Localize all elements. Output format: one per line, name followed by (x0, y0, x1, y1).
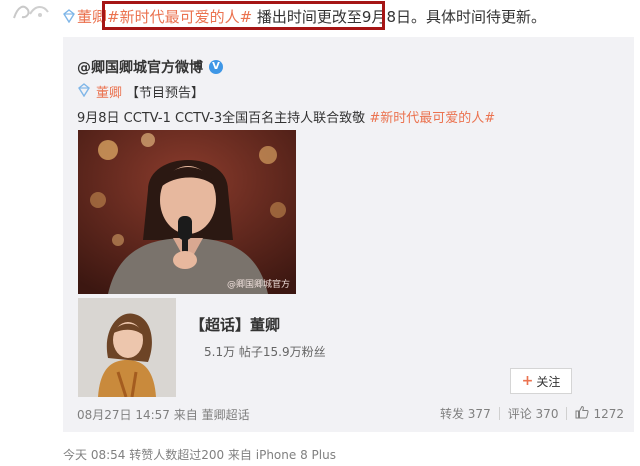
repost-label: 转发 (439, 407, 464, 421)
post-meta: 今天 08:54 转赞人数超过200 来自 iPhone 8 Plus (63, 448, 336, 462)
repost-actions: 转发 377 评论 370 1272 (440, 405, 624, 422)
comment-count: 370 (535, 407, 559, 421)
repost-time-source[interactable]: 08月27日 14:57 来自 董卿超话 (77, 406, 250, 423)
vip-icon (77, 82, 91, 101)
repost-photo[interactable]: @卿国卿城官方 (78, 130, 296, 294)
tag-label: 【节目预告】 (126, 86, 205, 101)
repost-count: 377 (467, 407, 491, 421)
image-watermark: @卿国卿城官方 (226, 280, 290, 290)
vip-icon (62, 7, 76, 29)
repost-author-name[interactable]: @卿国卿城官方微博 (77, 57, 203, 77)
divider (498, 407, 500, 420)
supertopic-card[interactable]: 【超话】董卿 5.1万 帖子15.9万粉丝 + 关注 (78, 298, 632, 397)
divider (566, 407, 568, 420)
repost-tagline: 董卿 【节目预告】 (77, 82, 204, 101)
thumbs-up-icon (575, 405, 590, 422)
description-hashtag[interactable]: #新时代最可爱的人# (369, 111, 495, 126)
user-avatar[interactable] (10, 0, 52, 22)
like-count: 1272 (593, 406, 624, 421)
follow-label: 关注 (536, 374, 561, 389)
repost-footer: 08月27日 14:57 来自 董卿超话 转发 377 评论 370 1272 (63, 403, 634, 423)
plus-icon: + (521, 373, 534, 389)
supertopic-stats: 5.1万 帖子15.9万粉丝 (204, 345, 326, 359)
comment-label: 评论 (507, 407, 532, 421)
tag-author-link[interactable]: 董卿 (96, 82, 122, 101)
repost-card: @卿国卿城官方微博 V 董卿 【节目预告】 9月8日 CCTV-1 CCTV-3… (63, 37, 634, 432)
highlight-box (102, 1, 385, 30)
like-action[interactable]: 1272 (575, 405, 624, 422)
supertopic-title[interactable]: 【超话】董卿 (190, 314, 280, 335)
supertopic-image[interactable] (78, 298, 176, 397)
repost-action[interactable]: 转发 377 (440, 405, 491, 422)
comment-action[interactable]: 评论 370 (508, 405, 559, 422)
repost-author[interactable]: @卿国卿城官方微博 V (77, 57, 223, 77)
description-text: 9月8日 CCTV-1 CCTV-3全国百名主持人联合致敬 (77, 111, 366, 126)
repost-description: 9月8日 CCTV-1 CCTV-3全国百名主持人联合致敬 #新时代最可爱的人# (77, 107, 495, 126)
verified-icon: V (209, 60, 223, 74)
follow-button[interactable]: + 关注 (510, 368, 572, 394)
